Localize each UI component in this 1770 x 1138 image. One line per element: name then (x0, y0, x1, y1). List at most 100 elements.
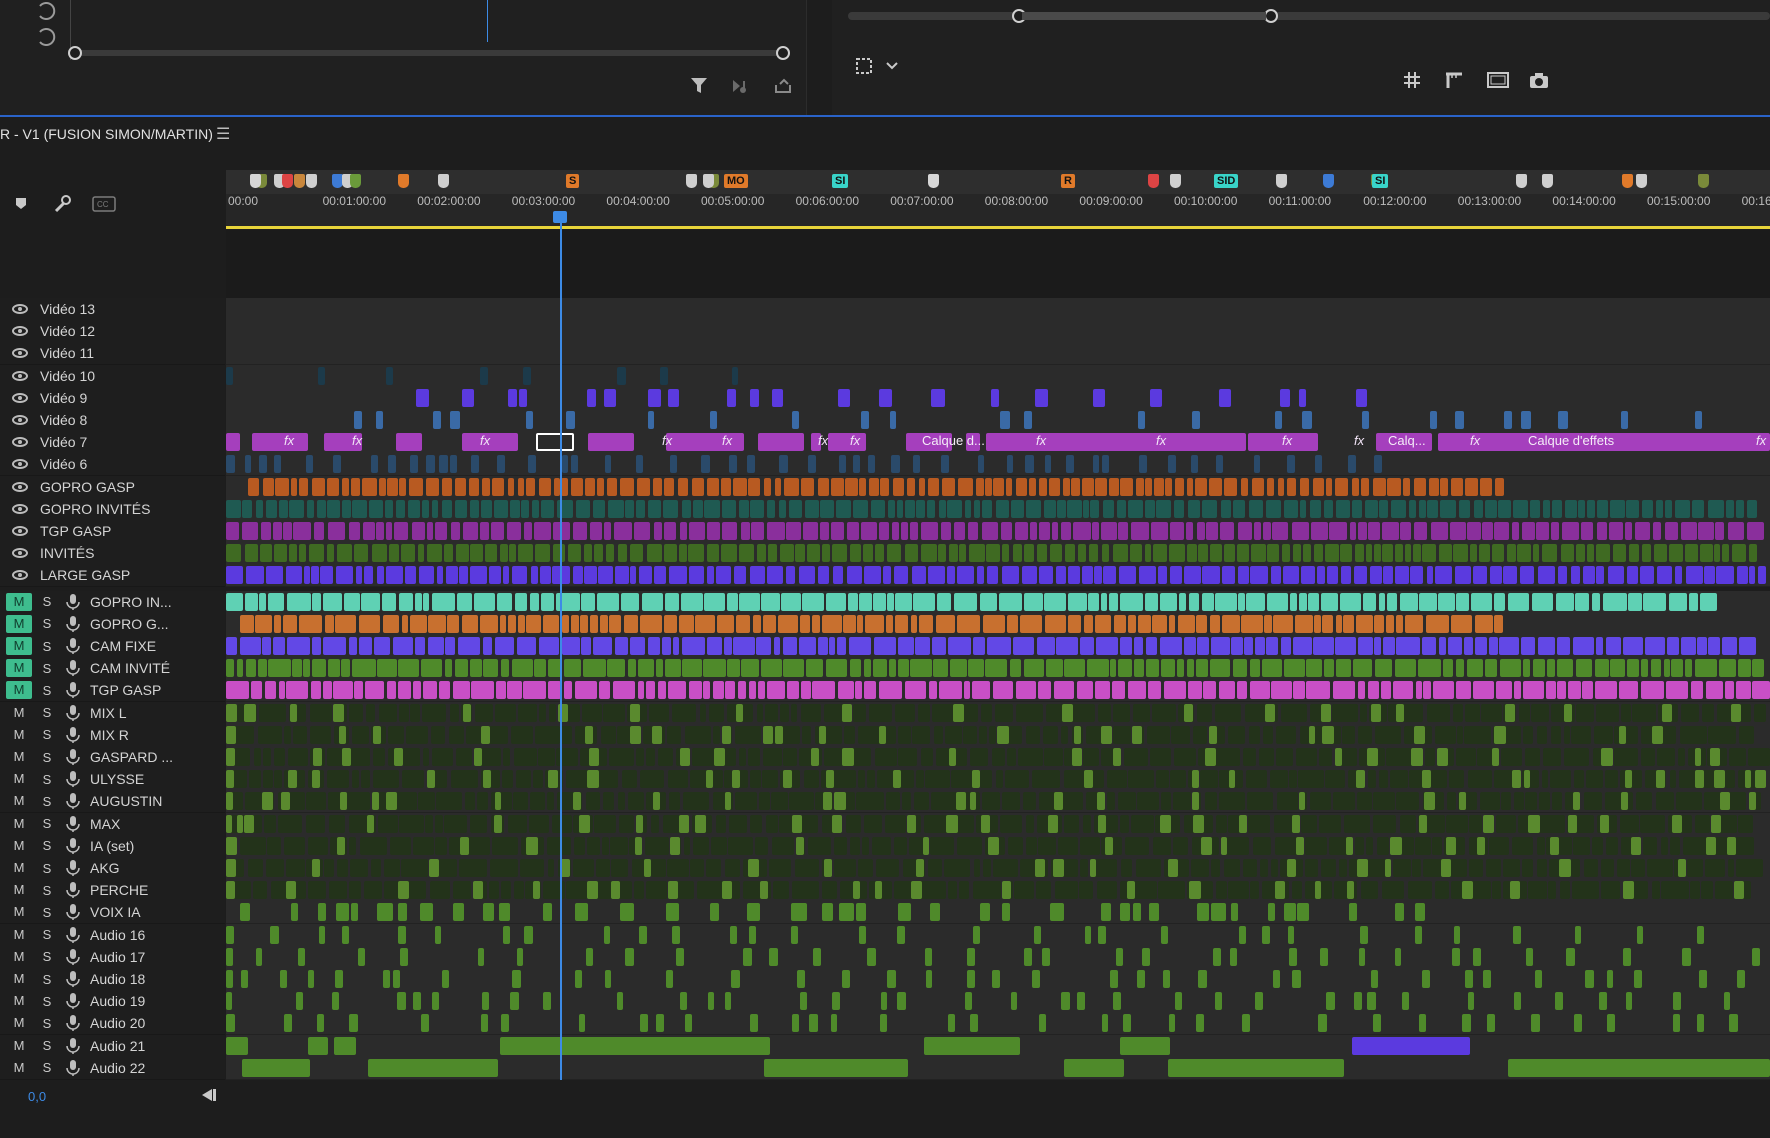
clip[interactable] (1600, 748, 1613, 766)
audio-clip[interactable] (1352, 1036, 1470, 1055)
clip[interactable] (716, 614, 734, 633)
clip[interactable] (565, 411, 575, 429)
clip[interactable] (1580, 522, 1594, 540)
clip[interactable] (1401, 992, 1410, 1011)
microphone-icon[interactable] (64, 593, 82, 611)
clip[interactable] (422, 592, 430, 611)
clip[interactable] (1246, 592, 1266, 611)
clip[interactable] (1573, 770, 1585, 789)
clip[interactable] (1745, 770, 1752, 789)
clip[interactable] (757, 544, 767, 563)
clip[interactable] (1094, 566, 1103, 585)
clip[interactable] (431, 725, 446, 744)
clip[interactable] (913, 792, 930, 811)
clip[interactable] (585, 725, 594, 744)
clip[interactable] (434, 836, 447, 855)
clip[interactable] (1376, 836, 1389, 855)
clip[interactable] (1396, 614, 1403, 633)
clip[interactable] (831, 992, 841, 1011)
clip[interactable] (904, 681, 927, 700)
clip[interactable] (604, 522, 612, 540)
clip[interactable] (1298, 792, 1306, 811)
clip[interactable] (1387, 477, 1402, 496)
clip[interactable] (298, 614, 323, 633)
clip[interactable] (1291, 814, 1300, 833)
clip[interactable] (941, 522, 951, 540)
clip[interactable] (1247, 814, 1271, 833)
clip[interactable] (481, 477, 491, 496)
clip[interactable] (313, 748, 322, 766)
clip[interactable] (1129, 544, 1142, 563)
clip[interactable] (1197, 703, 1213, 722)
clip[interactable] (893, 770, 902, 789)
clip[interactable] (935, 614, 956, 633)
clip[interactable] (1732, 544, 1746, 563)
clip[interactable] (305, 455, 313, 474)
audio-clip[interactable] (1120, 1036, 1170, 1055)
clip[interactable] (1318, 814, 1341, 833)
clip[interactable] (226, 859, 237, 877)
clip[interactable] (1494, 477, 1505, 496)
clip[interactable] (1109, 592, 1118, 611)
clip[interactable] (950, 659, 967, 678)
microphone-icon[interactable] (64, 681, 82, 699)
clip[interactable] (1196, 522, 1205, 540)
clip[interactable] (1575, 592, 1589, 611)
clip[interactable] (1111, 681, 1125, 700)
clip[interactable] (540, 592, 554, 611)
clip[interactable] (1435, 566, 1452, 585)
clip[interactable] (661, 637, 672, 655)
clip[interactable] (1323, 499, 1334, 518)
clip[interactable] (279, 499, 288, 518)
clip[interactable] (226, 499, 242, 518)
clip[interactable] (326, 544, 334, 563)
clip[interactable] (969, 544, 985, 563)
clip[interactable] (1537, 859, 1548, 877)
clip[interactable] (1656, 748, 1675, 766)
clip[interactable] (502, 770, 514, 789)
clip[interactable] (453, 881, 471, 900)
clip[interactable] (1015, 703, 1044, 722)
clip[interactable] (1326, 566, 1338, 585)
clip[interactable] (748, 748, 760, 766)
clip[interactable] (1528, 814, 1540, 833)
clip[interactable] (867, 455, 876, 474)
clip[interactable] (1522, 859, 1534, 877)
clip[interactable] (933, 725, 944, 744)
clip[interactable] (1472, 566, 1487, 585)
clip[interactable] (860, 522, 877, 540)
clip[interactable] (879, 477, 890, 496)
clip[interactable] (1347, 881, 1355, 900)
clip[interactable] (1694, 659, 1717, 678)
clip[interactable] (1470, 881, 1491, 900)
clip[interactable] (510, 992, 519, 1011)
clip[interactable] (377, 814, 398, 833)
clip[interactable] (1310, 522, 1329, 540)
clip[interactable] (1208, 477, 1222, 496)
clip[interactable] (274, 770, 283, 789)
clip[interactable] (880, 1014, 887, 1033)
clip[interactable] (1372, 1014, 1382, 1033)
clip[interactable] (282, 614, 297, 633)
clip[interactable] (655, 1014, 665, 1033)
clip[interactable] (1291, 881, 1302, 900)
mute-button[interactable]: M (6, 614, 32, 633)
clip[interactable] (1216, 455, 1224, 474)
clip[interactable] (1624, 770, 1632, 789)
clip[interactable] (1169, 522, 1185, 540)
microphone-icon[interactable] (64, 948, 82, 966)
clip[interactable] (443, 544, 453, 563)
clip[interactable] (454, 477, 467, 496)
clip[interactable] (897, 903, 912, 922)
clip[interactable] (1321, 614, 1334, 633)
clip[interactable] (1125, 836, 1150, 855)
clip[interactable] (1155, 770, 1169, 789)
clip[interactable] (726, 388, 737, 407)
clip[interactable] (894, 614, 909, 633)
clip[interactable] (1271, 681, 1292, 700)
clip[interactable] (1640, 748, 1656, 766)
clip[interactable] (1024, 947, 1033, 966)
clip[interactable] (893, 566, 909, 585)
clip[interactable] (1614, 725, 1639, 744)
clip[interactable] (283, 522, 292, 540)
